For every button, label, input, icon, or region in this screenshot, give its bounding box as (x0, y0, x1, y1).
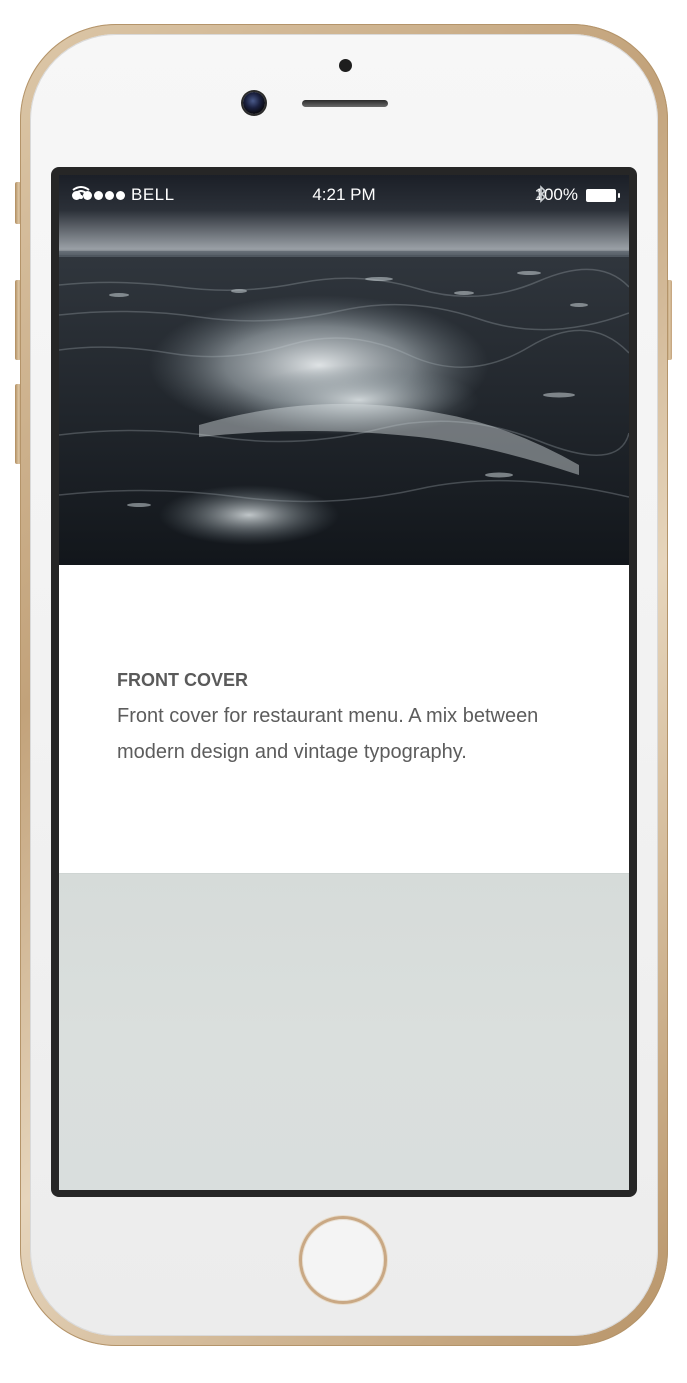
phone-screen: BELL 4:21 PM 100% FRONT COVER Front cove… (59, 175, 629, 1190)
hero-image: BELL 4:21 PM 100% (59, 175, 629, 565)
home-button[interactable] (299, 1216, 387, 1304)
proximity-sensor (339, 59, 352, 72)
status-bar: BELL 4:21 PM 100% (59, 175, 629, 215)
stormy-sea-photo (59, 251, 629, 565)
bluetooth-icon (535, 185, 546, 203)
battery-icon (586, 188, 620, 202)
earpiece-speaker (302, 100, 388, 107)
phone-mockup: BELL 4:21 PM 100% FRONT COVER Front cove… (0, 0, 687, 1383)
article-content: FRONT COVER Front cover for restaurant m… (59, 565, 629, 873)
front-camera (243, 92, 265, 114)
article-title: FRONT COVER (117, 670, 249, 690)
next-image-panel (59, 873, 629, 1190)
article-description: Front cover for restaurant menu. A mix b… (117, 705, 539, 763)
